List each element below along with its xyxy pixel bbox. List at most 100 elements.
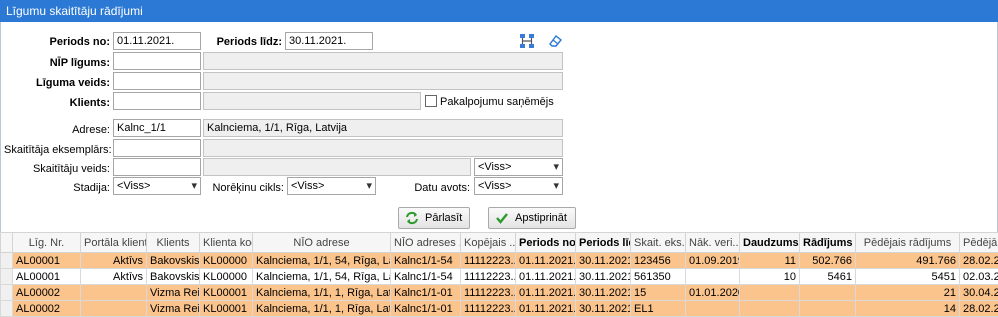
table-cell <box>740 301 800 317</box>
table-cell: 01.09.2019. <box>686 253 740 269</box>
row-indicator[interactable] <box>1 285 13 301</box>
table-cell: Aktīvs <box>81 253 147 269</box>
table-cell: Kalnc1/1-01 <box>391 285 461 301</box>
nip-label: NĪP līgums: <box>20 57 110 69</box>
table-cell: 10 <box>740 269 800 285</box>
table-cell: Kalnc1/1-54 <box>391 253 461 269</box>
reload-button-label: Pārlasīt <box>425 212 462 224</box>
row-indicator[interactable] <box>1 301 13 317</box>
confirm-button[interactable]: Apstiprināt <box>488 207 576 229</box>
meter-copy-label: Skaitītāja eksemplārs: <box>4 144 110 156</box>
column-header[interactable]: Klienta kods <box>200 233 253 253</box>
column-header[interactable]: NĪO adreses ... <box>391 233 461 253</box>
table-row[interactable]: AL00001AktīvsBakovskis ...KL00000Kalncie… <box>1 253 998 269</box>
column-header[interactable]: Klients <box>147 233 200 253</box>
period-from-label: Periods no: <box>20 36 110 48</box>
nip-description-field <box>203 52 563 70</box>
table-cell: 11 <box>740 253 800 269</box>
table-cell: KL00000 <box>200 269 253 285</box>
table-cell: Kalnciema, 1/1, 1, Rīga, Latvija <box>253 285 391 301</box>
subclients-label: Pakalpojumu saņēmējs <box>440 96 554 108</box>
table-cell: 21 <box>856 285 960 301</box>
eraser-icon[interactable] <box>546 32 564 50</box>
contract-type-code-input[interactable] <box>113 72 201 90</box>
reload-button[interactable]: Pārlasīt <box>398 207 470 229</box>
address-label: Adrese: <box>10 124 110 136</box>
period-from-input[interactable]: 01.11.2021. <box>113 32 201 50</box>
column-header[interactable]: Pēdējais rādījums <box>856 233 960 253</box>
billing-cycle-select[interactable]: <Viss> <box>287 177 376 195</box>
table-cell: 01.11.2021. <box>516 301 576 317</box>
table-cell: 28.02.2021. <box>960 253 998 269</box>
table-cell <box>81 301 147 317</box>
table-cell: AL00001 <box>13 253 81 269</box>
column-header[interactable]: Līg. Nr. <box>13 233 81 253</box>
refresh-icon <box>405 211 419 225</box>
table-cell: 14 <box>856 301 960 317</box>
column-header[interactable]: Rādījums <box>800 233 856 253</box>
table-cell: KL00001 <box>200 301 253 317</box>
table-row[interactable]: AL00002Vizma Rei...KL00001Kalnciema, 1/1… <box>1 301 998 317</box>
table-cell: Bakovskis ... <box>147 269 200 285</box>
table-cell: Kalnc1/1-54 <box>391 269 461 285</box>
address-full-field: Kalnciema, 1/1, Rīga, Latvija <box>203 119 563 137</box>
table-cell: 30.11.2021. <box>576 301 631 317</box>
column-header[interactable]: Kopējais ... <box>461 233 516 253</box>
table-cell: 01.11.2021. <box>516 253 576 269</box>
table-cell: 5461 <box>800 269 856 285</box>
table-cell: 123456 <box>631 253 686 269</box>
table-cell: 11112223... <box>461 285 516 301</box>
row-indicator-header <box>1 233 13 253</box>
checkmark-icon <box>495 211 509 225</box>
period-to-input[interactable]: 30.11.2021. <box>285 32 373 50</box>
meter-copy-code-input[interactable] <box>113 139 201 157</box>
table-cell <box>686 301 740 317</box>
table-cell: Kalnciema, 1/1, 54, Rīga, Latvija <box>253 269 391 285</box>
meter-type-label: Skaitītāju veids: <box>10 163 110 175</box>
table-cell: Kalnciema, 1/1, 1, Rīga, Latvija <box>253 301 391 317</box>
client-code-input[interactable] <box>113 92 201 110</box>
table-cell: AL00002 <box>13 285 81 301</box>
window-title: Līgumu skaitītāju rādījumi <box>0 0 998 22</box>
table-row[interactable]: AL00001AktīvsBakovskis ...KL00000Kalncie… <box>1 269 998 285</box>
table-cell: KL00001 <box>200 285 253 301</box>
table-cell: 30.11.2021. <box>576 269 631 285</box>
table-cell: 02.03.2021. <box>960 269 998 285</box>
column-header[interactable]: NĪO adrese <box>253 233 391 253</box>
column-header[interactable]: Periods līdz <box>576 233 631 253</box>
stage-select[interactable]: <Viss> <box>113 177 201 195</box>
meter-type-select[interactable]: <Viss> <box>474 158 563 176</box>
table-cell: 01.11.2021. <box>516 285 576 301</box>
nip-code-input[interactable] <box>113 52 201 70</box>
column-header[interactable]: Pēdējā rādīju... <box>960 233 998 253</box>
column-header[interactable]: Periods no <box>516 233 576 253</box>
table-row[interactable]: AL00002Vizma Rei...KL00001Kalnciema, 1/1… <box>1 285 998 301</box>
table-cell: 01.01.2020. <box>686 285 740 301</box>
table-cell: 28.02.2021. <box>960 301 998 317</box>
billing-cycle-label: Norēķinu cikls: <box>210 182 284 194</box>
period-to-label: Periods līdz: <box>210 36 282 48</box>
network-link-icon[interactable] <box>518 32 536 50</box>
row-indicator[interactable] <box>1 269 13 285</box>
table-cell: KL00000 <box>200 253 253 269</box>
column-header[interactable]: Portāla klients <box>81 233 147 253</box>
table-cell: Kalnc1/1-01 <box>391 301 461 317</box>
contract-type-description-field <box>203 72 563 90</box>
table-cell: 11112223... <box>461 253 516 269</box>
readings-table: Līg. Nr. Portāla klients Klients Klienta… <box>0 232 998 317</box>
table-cell: AL00001 <box>13 269 81 285</box>
address-code-input[interactable]: Kalnc_1/1 <box>113 119 201 137</box>
table-cell <box>686 269 740 285</box>
meter-type-code-input[interactable] <box>113 158 201 176</box>
table-cell: 30.11.2021. <box>576 253 631 269</box>
column-header[interactable]: Skait. eks... <box>631 233 686 253</box>
meter-copy-description-field <box>203 139 563 157</box>
column-header[interactable]: Nāk. veri... <box>686 233 740 253</box>
subclients-checkbox[interactable] <box>425 95 437 107</box>
column-header[interactable]: Daudzums ... <box>740 233 800 253</box>
data-source-select[interactable]: <Viss> <box>474 177 563 195</box>
table-header-row: Līg. Nr. Portāla klients Klients Klienta… <box>1 233 998 253</box>
table-cell: 491.766 <box>856 253 960 269</box>
meter-type-description-field <box>203 158 471 176</box>
row-indicator[interactable] <box>1 253 13 269</box>
